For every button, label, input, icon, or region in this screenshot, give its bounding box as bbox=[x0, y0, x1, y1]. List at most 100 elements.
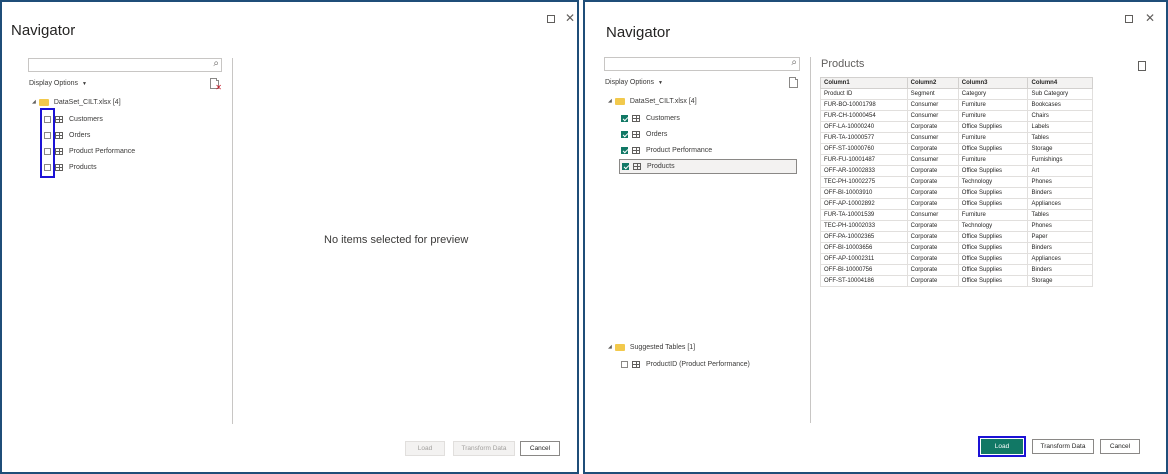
checkbox[interactable] bbox=[622, 163, 629, 170]
search-input[interactable]: ⌕ bbox=[604, 57, 800, 71]
tree-item-label: Customers bbox=[646, 114, 680, 122]
table-cell: Category bbox=[957, 88, 1029, 100]
table-cell: OFF-AP-10002311 bbox=[820, 253, 908, 265]
tree-item-label: Orders bbox=[646, 130, 668, 138]
cancel-button[interactable]: Cancel bbox=[1100, 439, 1140, 454]
table-row: OFF-BI-10000756 Corporate Office Supplies B… bbox=[820, 264, 1093, 276]
tree-item-orders[interactable]: Orders bbox=[621, 128, 667, 140]
refresh-icon[interactable] bbox=[789, 77, 798, 88]
maximize-icon[interactable] bbox=[1125, 15, 1133, 23]
checkbox[interactable] bbox=[621, 114, 628, 122]
table-icon bbox=[632, 114, 640, 122]
table-cell: Consumer bbox=[906, 209, 959, 221]
table-cell: Technology bbox=[957, 176, 1029, 188]
tree-item-customers[interactable]: Customers bbox=[621, 112, 680, 124]
tree-item-label: Customers bbox=[69, 115, 103, 123]
maximize-icon[interactable] bbox=[547, 15, 555, 23]
checkbox[interactable] bbox=[621, 146, 628, 154]
display-options-dropdown[interactable]: Display Options ▼ bbox=[29, 80, 87, 87]
tree-item-label: ProductID (Product Performance) bbox=[646, 360, 750, 368]
table-cell: OFF-AP-10002892 bbox=[820, 198, 908, 210]
folder-label: DataSet_CILT.xlsx [4] bbox=[629, 97, 697, 105]
tree-item-product-performance[interactable]: Product Performance bbox=[44, 145, 135, 157]
table-cell: Consumer bbox=[906, 110, 959, 122]
table-row: OFF-BI-10003910 Corporate Office Supplies B… bbox=[820, 187, 1093, 199]
checkbox[interactable] bbox=[621, 360, 628, 368]
tree-folder[interactable]: ◢ DataSet_CILT.xlsx [4] bbox=[608, 95, 697, 107]
tree-item-label: Orders bbox=[69, 131, 91, 139]
clear-selection-icon[interactable]: ✕ bbox=[210, 78, 222, 92]
table-row: Product ID Segment Category Sub Category bbox=[820, 88, 1093, 100]
table-icon bbox=[632, 360, 640, 368]
cancel-button[interactable]: Cancel bbox=[520, 441, 560, 456]
tree-item-productid[interactable]: ProductID (Product Performance) bbox=[621, 358, 750, 370]
table-row: OFF-ST-10004186 Corporate Office Supplies S… bbox=[820, 275, 1093, 287]
table-cell: Office Supplies bbox=[957, 143, 1029, 155]
close-icon[interactable]: ✕ bbox=[565, 12, 575, 24]
table-cell: FUR-TA-10001539 bbox=[820, 209, 908, 221]
dialog-title: Navigator bbox=[606, 24, 671, 41]
table-cell: Office Supplies bbox=[957, 187, 1029, 199]
table-cell: Corporate bbox=[906, 176, 959, 188]
pane-divider bbox=[232, 58, 233, 424]
table-cell: Corporate bbox=[906, 165, 959, 177]
table-cell: Furniture bbox=[957, 154, 1029, 166]
table-cell: Furnishings bbox=[1027, 154, 1093, 166]
table-cell: OFF-ST-10004186 bbox=[820, 275, 908, 287]
table-cell: Furniture bbox=[957, 110, 1029, 122]
table-icon bbox=[55, 147, 63, 155]
expand-triangle-icon[interactable]: ◢ bbox=[32, 99, 36, 105]
table-row: OFF-LA-10000240 Corporate Office Supplies L… bbox=[820, 121, 1093, 133]
close-icon[interactable]: ✕ bbox=[1145, 12, 1155, 24]
table-row: OFF-AR-10002833 Corporate Office Supplies A… bbox=[820, 165, 1093, 177]
table-cell: Office Supplies bbox=[957, 264, 1029, 276]
table-row: OFF-AP-10002311 Corporate Office Supplies A… bbox=[820, 253, 1093, 265]
tree-folder[interactable]: ◢ DataSet_CILT.xlsx [4] bbox=[32, 96, 121, 108]
table-row: FUR-BO-10001798 Consumer Furniture Bookcase… bbox=[820, 99, 1093, 111]
table-cell: Corporate bbox=[906, 187, 959, 199]
table-cell: Corporate bbox=[906, 253, 959, 265]
table-cell: Consumer bbox=[906, 154, 959, 166]
load-button[interactable]: Load bbox=[405, 441, 445, 456]
preview-title: Products bbox=[821, 58, 865, 70]
folder-label: Suggested Tables [1] bbox=[629, 343, 696, 351]
navigator-dialog-preview: Navigator ✕ ⌕ Display Options ▼ ◢ DataSet… bbox=[583, 0, 1168, 474]
tree-item-label: Products bbox=[647, 163, 675, 170]
tree-folder-suggested[interactable]: ◢ Suggested Tables [1] bbox=[608, 341, 695, 353]
table-cell: Phones bbox=[1027, 176, 1093, 188]
table-cell: TEC-PH-10002033 bbox=[820, 220, 908, 232]
export-icon[interactable] bbox=[1138, 61, 1146, 71]
table-cell: Phones bbox=[1027, 220, 1093, 232]
column-header: Column3 bbox=[957, 77, 1029, 89]
table-row: OFF-BI-10003656 Corporate Office Supplies B… bbox=[820, 242, 1093, 254]
table-cell: Office Supplies bbox=[957, 275, 1029, 287]
table-cell: Corporate bbox=[906, 121, 959, 133]
tree-item-products[interactable]: Products bbox=[619, 159, 797, 174]
expand-triangle-icon[interactable]: ◢ bbox=[608, 344, 612, 350]
transform-data-button[interactable]: Transform Data bbox=[1032, 439, 1094, 454]
preview-table: Column1 Column2 Column3 Column4 Product ID S… bbox=[820, 77, 1093, 287]
display-options-dropdown[interactable]: Display Options ▼ bbox=[605, 79, 663, 86]
load-highlight-box bbox=[978, 436, 1026, 457]
table-icon bbox=[632, 146, 640, 154]
table-cell: OFF-ST-10000760 bbox=[820, 143, 908, 155]
table-row: FUR-TA-10000577 Consumer Furniture Tables bbox=[820, 132, 1093, 144]
table-header-row: Column1 Column2 Column3 Column4 bbox=[820, 77, 1093, 89]
tree-item-label: Product Performance bbox=[69, 147, 136, 155]
tree-item-product-performance[interactable]: Product Performance bbox=[621, 144, 712, 156]
table-cell: Corporate bbox=[906, 264, 959, 276]
expand-triangle-icon[interactable]: ◢ bbox=[608, 98, 612, 104]
transform-data-button[interactable]: Transform Data bbox=[453, 441, 515, 456]
table-cell: OFF-PA-10002365 bbox=[820, 231, 908, 243]
table-cell: Binders bbox=[1027, 264, 1093, 276]
display-options-label: Display Options bbox=[29, 80, 79, 87]
table-cell: Corporate bbox=[906, 220, 959, 232]
table-cell: Office Supplies bbox=[957, 121, 1029, 133]
table-cell: Office Supplies bbox=[957, 253, 1029, 265]
table-cell: Corporate bbox=[906, 143, 959, 155]
table-cell: OFF-BI-10000756 bbox=[820, 264, 908, 276]
table-cell: Furniture bbox=[957, 99, 1029, 111]
search-input[interactable]: ⌕ bbox=[28, 58, 222, 72]
checkbox[interactable] bbox=[621, 130, 628, 138]
table-cell: FUR-FU-10001487 bbox=[820, 154, 908, 166]
